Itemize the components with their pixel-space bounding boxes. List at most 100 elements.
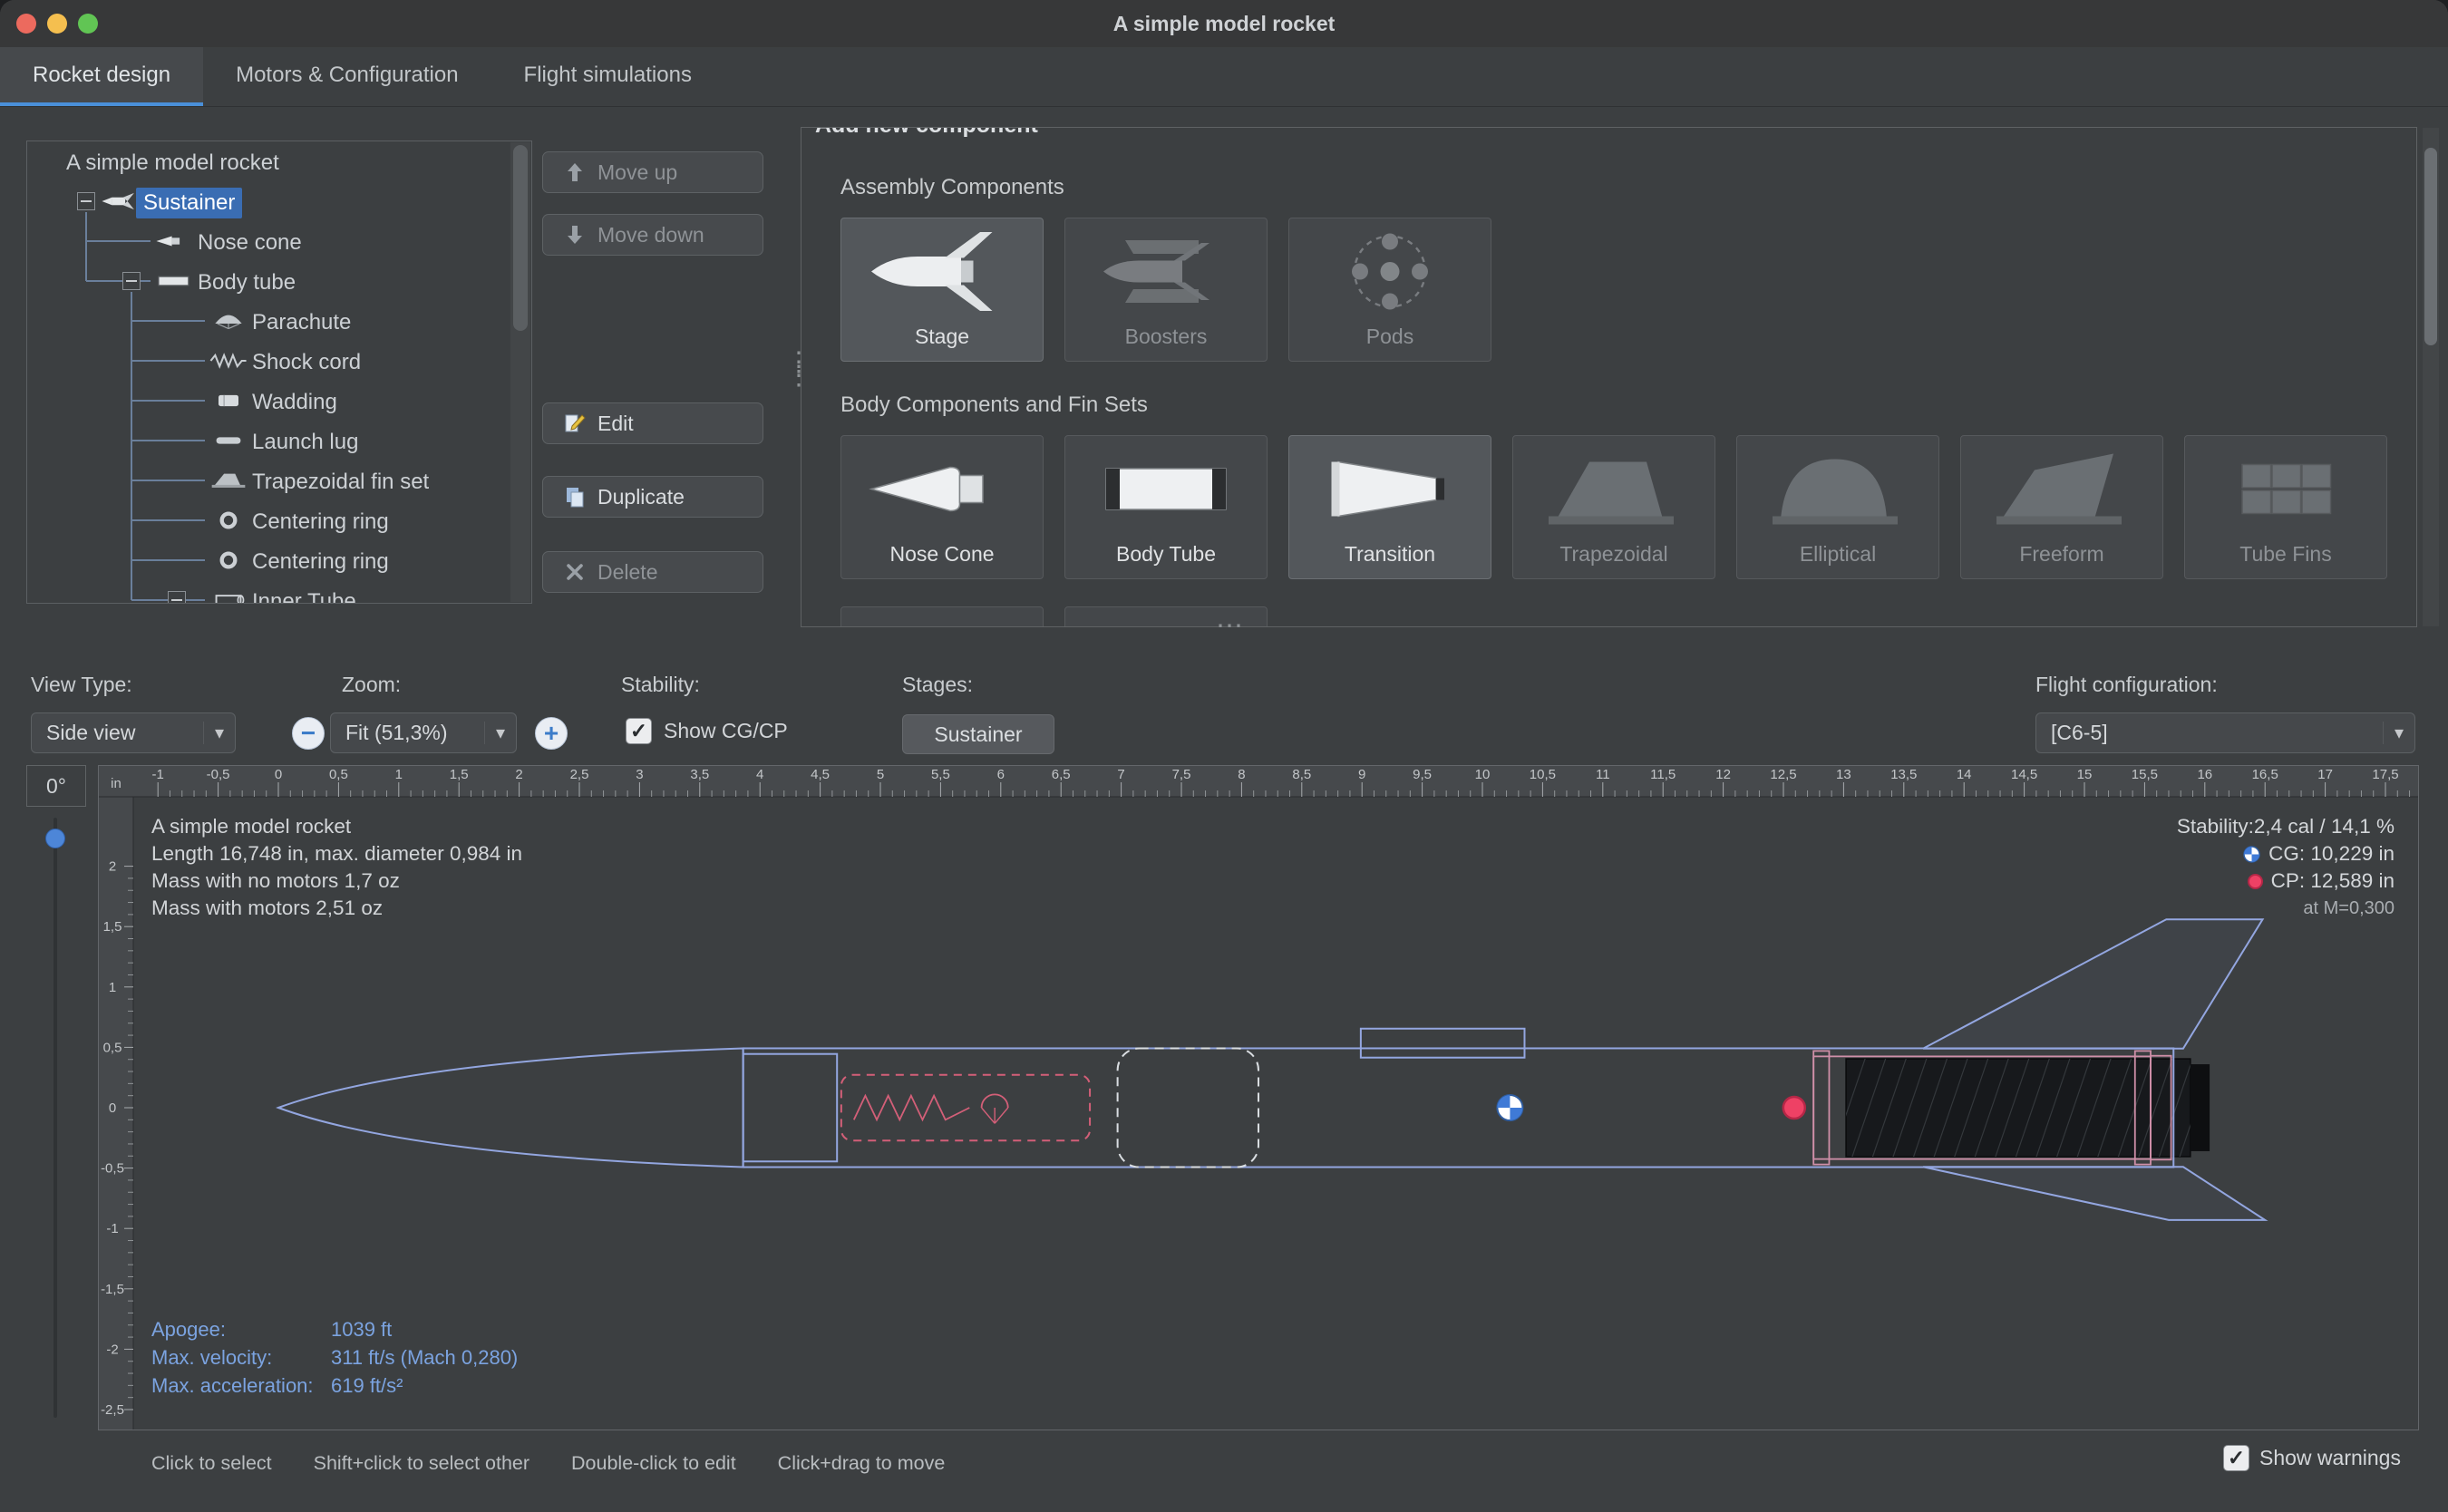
window-title: A simple model rocket (0, 0, 2448, 47)
tree-connector (85, 212, 87, 281)
cp-icon (2248, 874, 2263, 889)
tree-item-trapezoidal-fin-set[interactable]: Trapezoidal fin set (27, 460, 531, 500)
add-elliptical-button[interactable]: Elliptical (1736, 435, 1939, 579)
collapse-toggle[interactable] (168, 591, 186, 604)
tree-connector (131, 440, 205, 441)
tubefins-component-icon (2185, 436, 2386, 542)
add-pods-button[interactable]: Pods (1288, 218, 1491, 362)
add-boosters-button[interactable]: Boosters (1064, 218, 1268, 362)
tree-item-body-tube[interactable]: Body tube (27, 261, 531, 301)
svg-text:-1,5: -1,5 (101, 1282, 124, 1297)
edit-button[interactable]: Edit (542, 402, 763, 444)
svg-text:15,5: 15,5 (2132, 767, 2158, 782)
tree-item-wadding[interactable]: Wadding (27, 381, 531, 421)
duplicate-button[interactable]: Duplicate (542, 476, 763, 518)
component-button-label: Elliptical (1800, 542, 1876, 567)
rocket-mass-motors: Mass with motors 2,51 oz (151, 895, 522, 922)
status-hint: Click to select (151, 1452, 272, 1475)
mach-condition: at M=0,300 (2303, 895, 2395, 922)
vertical-splitter-handle[interactable]: ⋮⋮ (785, 355, 800, 397)
tab-flight-simulations[interactable]: Flight simulations (491, 47, 724, 106)
add-nose-cone-button[interactable]: Nose Cone (840, 435, 1044, 579)
centeringring-icon (209, 511, 248, 529)
move-up-button[interactable]: Move up (542, 151, 763, 193)
max-velocity-label: Max. velocity: (151, 1343, 331, 1371)
tree-item-label: Nose cone (190, 228, 309, 258)
app-window: A simple model rocket Rocket designMotor… (0, 0, 2448, 1512)
show-cgcp-checkbox[interactable]: ✓ (626, 718, 652, 744)
chevron-down-icon: ▾ (2383, 722, 2404, 744)
zoom-level-select[interactable]: Fit (51,3%) ▾ (330, 712, 517, 753)
svg-text:17: 17 (2317, 767, 2333, 782)
titlebar: A simple model rocket (0, 0, 2448, 48)
button-label: Delete (597, 560, 657, 585)
tree-item-nose-cone[interactable]: Nose cone (27, 221, 531, 261)
rotation-slider[interactable] (45, 818, 65, 1418)
svg-text:0: 0 (275, 767, 282, 782)
tree-item-label: A simple model rocket (59, 148, 287, 179)
horizontal-splitter-handle[interactable]: ⋯ (1202, 622, 1257, 638)
add-tube-fins-button[interactable]: Tube Fins (2184, 435, 2387, 579)
delete-button[interactable]: Delete (542, 551, 763, 593)
tree-item-inner-tube[interactable]: Inner Tube (27, 580, 531, 604)
tree-root[interactable]: A simple model rocket (27, 141, 531, 181)
view-type-select[interactable]: Side view ▾ (31, 712, 236, 753)
svg-text:1: 1 (109, 980, 116, 995)
tree-connector (131, 360, 205, 362)
tree-item-sustainer[interactable]: Sustainer (27, 181, 531, 221)
tree-item-label: Sustainer (136, 188, 242, 218)
add-panel-scrollbar[interactable] (2423, 128, 2439, 626)
svg-text:11,5: 11,5 (1650, 767, 1676, 782)
tree-scrollbar[interactable] (510, 142, 530, 602)
tree-scrollbar-thumb[interactable] (513, 145, 528, 331)
add-stage-button[interactable]: Stage (840, 218, 1044, 362)
tree-connector (86, 280, 151, 282)
add-trapezoidal-button[interactable]: Trapezoidal (1512, 435, 1715, 579)
show-warnings-control: ✓ Show warnings (2223, 1445, 2401, 1471)
svg-text:5: 5 (877, 767, 884, 782)
tab-motors-configuration[interactable]: Motors & Configuration (203, 47, 491, 106)
trapezoidal-component-icon (1513, 436, 1715, 542)
cp-value: CP: 12,589 in (2271, 867, 2395, 895)
collapse-toggle[interactable] (77, 192, 95, 210)
collapse-toggle[interactable] (122, 272, 141, 290)
move-down-button[interactable]: Move down (542, 214, 763, 256)
add-panel-scrollbar-thumb[interactable] (2424, 148, 2437, 345)
svg-text:12,5: 12,5 (1770, 767, 1796, 782)
add-component-button-partial[interactable] (840, 606, 1044, 627)
svg-text:1: 1 (395, 767, 403, 782)
add-body-tube-button[interactable]: Body Tube (1064, 435, 1268, 579)
zoom-level-value: Fit (51,3%) (345, 721, 447, 745)
zoom-out-button[interactable]: − (292, 717, 325, 750)
tree-connector (131, 320, 205, 322)
rotation-slider-thumb[interactable] (45, 829, 65, 848)
cg-icon (2243, 846, 2260, 863)
button-label: Move down (597, 223, 704, 247)
elliptical-component-icon (1737, 436, 1938, 542)
tree-item-label: Parachute (245, 307, 358, 338)
tree-item-label: Wadding (245, 387, 345, 418)
svg-text:15: 15 (2077, 767, 2093, 782)
show-warnings-checkbox[interactable]: ✓ (2223, 1445, 2249, 1471)
zoom-in-button[interactable]: + (535, 717, 568, 750)
tree-item-centering-ring[interactable]: Centering ring (27, 500, 531, 540)
flight-configuration-value: [C6-5] (2051, 721, 2108, 745)
tree-item-shock-cord[interactable]: Shock cord (27, 341, 531, 381)
svg-text:9: 9 (1358, 767, 1365, 782)
tree-item-launch-lug[interactable]: Launch lug (27, 421, 531, 460)
tree-item-label: Centering ring (245, 547, 396, 577)
rotation-indicator: 0° (26, 765, 86, 807)
stage-toggle-sustainer[interactable]: Sustainer (902, 714, 1054, 754)
add-freeform-button[interactable]: Freeform (1960, 435, 2163, 579)
tree-item-label: Inner Tube (245, 586, 364, 604)
tab-rocket-design[interactable]: Rocket design (0, 47, 203, 106)
tree-item-centering-ring-2[interactable]: Centering ring (27, 540, 531, 580)
tree-item-parachute[interactable]: Parachute (27, 301, 531, 341)
rocket-design-canvas[interactable]: in-1-0,500,511,522,533,544,555,566,577,5… (98, 765, 2419, 1430)
flight-configuration-select[interactable]: [C6-5] ▾ (2035, 712, 2415, 753)
section-title-assembly-components: Assembly Components (840, 175, 1064, 200)
svg-text:7,5: 7,5 (1172, 767, 1191, 782)
svg-text:4: 4 (756, 767, 763, 782)
component-button-label: Pods (1366, 325, 1413, 349)
add-transition-button[interactable]: Transition (1288, 435, 1491, 579)
